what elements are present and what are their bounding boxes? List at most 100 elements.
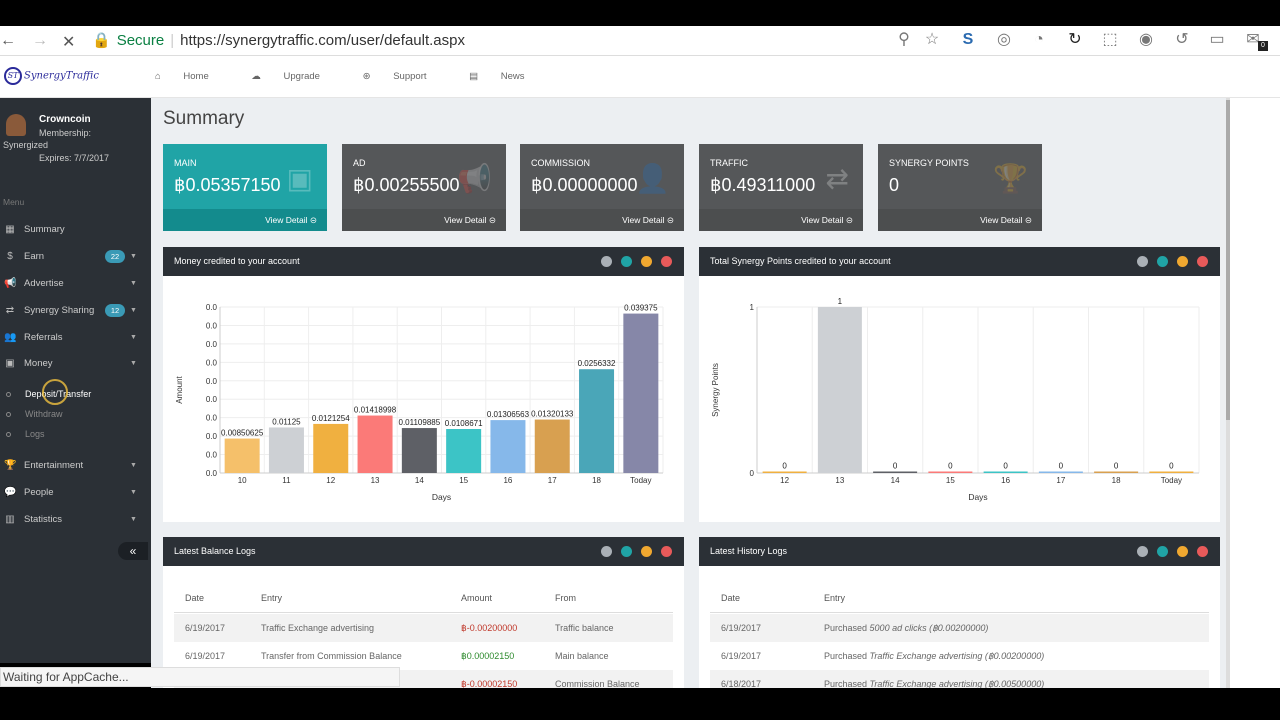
site-logo[interactable]: ST SynergyTraffic [4,67,99,85]
rotate-extension-icon[interactable]: ◔ [1029,30,1049,50]
money-icon: ▣ [286,163,313,194]
data-label: 0.0256332 [578,359,616,368]
sidebar-item-people[interactable]: 💬 People ▼ [0,479,151,506]
cell-date: 6/18/2017 [721,679,762,688]
view-detail-link[interactable]: View Detail ⊝ [878,209,1042,231]
nav-news[interactable]: ▤ News [469,71,544,82]
sidebar-item-statistics[interactable]: ▥ Statistics ▼ [0,506,151,533]
data-label: 0.01109885 [399,418,441,427]
sidebar-item-earn[interactable]: $ Earn 22 ▼ [0,243,151,270]
money-bar-chart: 0.00.00.00.00.00.00.00.00.00.00.00850625… [175,303,664,502]
stat-card-ad: AD ฿0.00255500 📢 View Detail ⊝ [342,144,506,231]
url-text[interactable]: https://synergytraffic.com/user/default.… [180,32,465,49]
x-tick-label: 14 [415,476,424,485]
sidebar-subitem-deposit[interactable]: Deposit/Transfer [0,384,151,404]
view-detail-link[interactable]: View Detail ⊝ [699,209,863,231]
sidebar-subitem-label: Logs [25,429,45,439]
dashboard-icon: ▦ [5,224,15,235]
cell-amount: ฿0.00002150 [461,651,515,661]
bar-chart-icon: ▥ [5,514,15,525]
chart-bar [534,419,570,473]
x-tick-label: 17 [548,476,557,485]
caret-down-icon: ▼ [130,280,137,287]
misc-extension-icon[interactable]: ▭ [1207,30,1227,50]
sidebar-item-entertainment[interactable]: 🏆 Entertainment ▼ [0,452,151,479]
sidebar-item-summary[interactable]: ▦ Summary [0,216,151,243]
refresh-icon[interactable] [621,256,632,267]
caret-down-icon: ▼ [130,360,137,367]
card-title: SYNERGY POINTS [889,158,969,168]
nav-support[interactable]: ⊛ Support [363,71,447,82]
sidebar-subitem-withdraw[interactable]: Withdraw [0,404,151,424]
refresh-icon[interactable] [621,546,632,557]
data-label: 0.039375 [624,304,658,313]
nav-home[interactable]: ⌂ Home [155,71,229,82]
y-tick-label: 0.0 [206,432,218,441]
membership-label: Membership: [39,128,92,138]
sidebar-collapse-button[interactable]: « [118,542,148,560]
view-detail-label: View Detail [980,215,1023,225]
caret-down-icon: ▼ [130,334,137,341]
chart-bar [579,369,615,473]
view-detail-link[interactable]: View Detail ⊝ [520,209,684,231]
close-icon[interactable] [661,546,672,557]
logo-mark: ST [4,67,22,85]
pdf-extension-icon[interactable]: ⬚ [1100,30,1120,50]
bookmark-star-icon[interactable]: ☆ [922,30,942,50]
wrench-icon[interactable] [601,546,612,557]
profile-name: Crowncoin [39,114,91,125]
sidebar-item-referrals[interactable]: 👥 Referrals ▼ [0,324,151,351]
chart-bar [983,471,1028,473]
wrench-icon[interactable] [1137,546,1148,557]
bullet-icon [6,412,11,417]
close-icon[interactable] [661,256,672,267]
scrollbar-thumb[interactable] [1226,100,1230,420]
entry-prefix: Purchased [824,623,868,633]
panel-header: Latest Balance Logs [163,537,684,566]
points-chart-panel: Total Synergy Points credited to your ac… [699,247,1220,522]
data-label: 0 [948,462,953,471]
nav-upgrade[interactable]: ☁ Upgrade [251,71,340,82]
wrench-icon[interactable] [1137,256,1148,267]
sidebar-item-money[interactable]: ▣ Money ▼ [0,350,151,377]
sidebar-item-synergy-sharing[interactable]: ⇄ Synergy Sharing 12 ▼ [0,297,151,324]
data-label: 0.01125 [272,417,301,426]
wrench-icon[interactable] [601,256,612,267]
panel-title: Money credited to your account [174,256,300,266]
stop-icon[interactable]: ✕ [62,32,75,52]
lastpass-extension-icon[interactable]: ◉ [1136,30,1156,50]
cloud-upload-icon: ☁ [251,71,264,82]
x-tick-label: 10 [238,476,247,485]
y-tick-label: 0.0 [206,395,218,404]
column-header: From [555,593,576,603]
refresh-icon[interactable] [1157,546,1168,557]
nav-home-label: Home [183,71,209,82]
s-extension-icon[interactable]: S [958,30,978,50]
refresh-icon[interactable] [1157,256,1168,267]
megaphone-icon: 📢 [457,163,492,194]
page-title: Summary [163,108,245,129]
history-extension-icon[interactable]: ↺ [1172,30,1192,50]
back-icon[interactable]: ← [0,32,16,50]
close-icon[interactable] [1197,256,1208,267]
zoom-icon[interactable]: ⚲ [894,30,914,50]
column-header: Date [721,593,741,603]
forward-icon[interactable]: → [32,32,48,50]
view-detail-link[interactable]: View Detail ⊝ [163,209,327,231]
cell-from: Commission Balance [555,679,640,688]
minimize-icon[interactable] [1177,256,1188,267]
sidebar-item-label: Summary [24,224,65,235]
minimize-icon[interactable] [1177,546,1188,557]
data-label: 0.00850625 [221,429,264,438]
minimize-icon[interactable] [641,256,652,267]
data-label: 0.01306563 [487,410,530,419]
sync-extension-icon[interactable]: ↻ [1065,30,1085,50]
sidebar-item-advertise[interactable]: 📢 Advertise ▼ [0,270,151,297]
x-tick-label: 15 [946,476,955,485]
address-bar[interactable]: 🔒 Secure | https://synergytraffic.com/user/… [92,30,952,52]
close-icon[interactable] [1197,546,1208,557]
ghost-extension-icon[interactable]: ◎ [994,30,1014,50]
view-detail-link[interactable]: View Detail ⊝ [342,209,506,231]
minimize-icon[interactable] [641,546,652,557]
sidebar-subitem-logs[interactable]: Logs [0,424,151,444]
